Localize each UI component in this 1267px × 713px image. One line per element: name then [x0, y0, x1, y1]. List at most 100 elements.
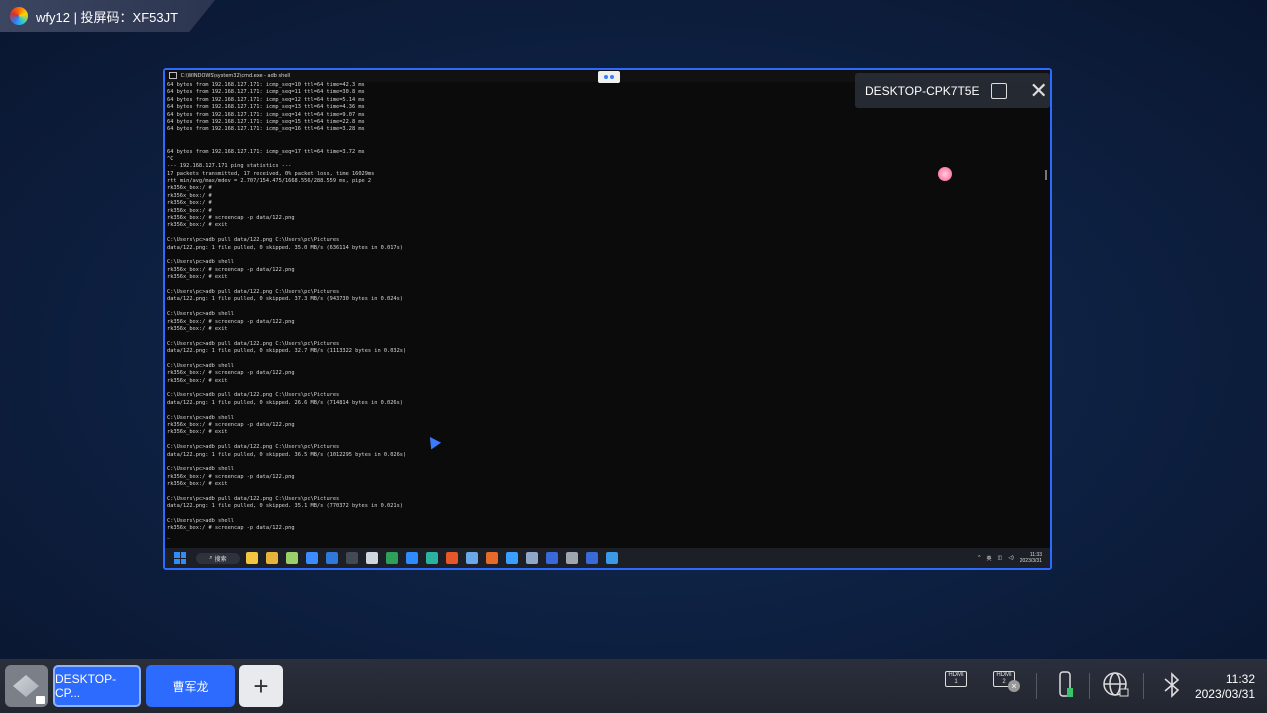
disconnected-badge-icon: ×	[1008, 680, 1020, 692]
close-icon[interactable]: ✕	[1029, 79, 1047, 102]
home-button[interactable]	[5, 665, 48, 707]
terminal-line: C:\Users\pc>adb pull data/122.png C:\Use…	[167, 392, 340, 399]
hdmi1-button[interactable]: HDMI 1	[945, 671, 973, 699]
bluetooth-icon[interactable]	[1158, 671, 1186, 699]
terminal-line: C:\Users\pc>adb shell	[167, 466, 234, 473]
terminal-output[interactable]: 64 bytes from 192.168.127.171: icmp_seq=…	[167, 82, 1038, 548]
clock-date: 2023/03/31	[1194, 687, 1255, 701]
terminal-line: 64 bytes from 192.168.127.171: icmp_seq=…	[167, 118, 365, 125]
terminal-line: 64 bytes from 192.168.127.171: icmp_seq=…	[167, 126, 365, 133]
maximize-button[interactable]	[991, 82, 1008, 99]
terminal-line: ^C	[167, 155, 174, 162]
terminal-line: rk356x_box:/ # screencap -p data/122.png	[167, 421, 295, 428]
powerpoint-icon[interactable]	[486, 552, 498, 564]
taskbar-apps	[246, 552, 618, 564]
usb-dongle-icon[interactable]	[1056, 671, 1084, 699]
terminal-line: C:\Users\pc>adb shell	[167, 414, 234, 421]
divider	[1036, 673, 1037, 699]
terminal-line: rk356x_box:/ #	[167, 192, 212, 199]
source-tab-user-label: 曹军龙	[172, 679, 209, 694]
divider	[1089, 673, 1090, 699]
terminal-line: rk356x_box:/ #	[167, 200, 212, 207]
lock-icon	[36, 696, 45, 704]
taskbar-search-label: 搜索	[214, 556, 227, 563]
snip-icon[interactable]	[606, 552, 618, 564]
terminal-line: rk356x_box:/ # screencap -p data/122.png	[167, 318, 295, 325]
terminal-line: rk356x_box:/ # screencap -p data/122.png	[167, 525, 295, 532]
terminal-line: data/122.png: 1 file pulled, 0 skipped. …	[167, 244, 403, 251]
terminal-line: rk356x_box:/ # screencap -p data/122.png	[167, 215, 295, 222]
search-icon: ⌕	[209, 554, 213, 561]
outlook-icon[interactable]	[326, 552, 338, 564]
terminal-line: C:\Users\pc>adb shell	[167, 311, 234, 318]
signal-icon	[604, 75, 608, 79]
tray-date: 2023/3/31	[1019, 558, 1042, 564]
terminal-icon[interactable]	[346, 552, 358, 564]
notepad-icon[interactable]	[286, 552, 298, 564]
system-tray: ^ 英 ◫ ◁) 11:33 2023/3/31	[978, 548, 1042, 568]
hdmi2-icon: HDMI 2 ×	[993, 671, 1020, 692]
bird-icon[interactable]	[526, 552, 538, 564]
mail-icon[interactable]	[586, 552, 598, 564]
network-icon[interactable]: ◫	[998, 555, 1003, 561]
volume-icon[interactable]: ◁)	[1008, 555, 1014, 561]
terminal-line: rk356x_box:/ #	[167, 207, 212, 214]
word-icon[interactable]	[546, 552, 558, 564]
vscode-icon[interactable]	[406, 552, 418, 564]
terminal-line: C:\Users\pc>adb pull data/122.png C:\Use…	[167, 444, 340, 451]
terminal-line: C:\Users\pc>adb pull data/122.png C:\Use…	[167, 237, 340, 244]
home-logo-icon	[13, 675, 39, 697]
terminal-line: rk356x_box:/ # exit	[167, 429, 228, 436]
terminal-line: C:\Users\pc>adb shell	[167, 518, 234, 525]
touch-indicator	[938, 167, 952, 181]
photos-icon[interactable]	[366, 552, 378, 564]
source-tab-user[interactable]: 曹军龙	[146, 665, 235, 707]
windows-start-icon[interactable]	[174, 552, 186, 564]
terminal-line: 64 bytes from 192.168.127.171: icmp_seq=…	[167, 148, 365, 155]
source-tab-desktop[interactable]: DESKTOP-CP...	[53, 665, 141, 707]
clock-icon[interactable]	[506, 552, 518, 564]
docs-icon[interactable]	[306, 552, 318, 564]
terminal-line: C:\Users\pc>adb pull data/122.png C:\Use…	[167, 288, 340, 295]
edge-icon[interactable]	[426, 552, 438, 564]
remote-icon[interactable]	[466, 552, 478, 564]
source-tab-desktop-label: DESKTOP-CP...	[55, 672, 117, 700]
network-globe-icon[interactable]	[1102, 671, 1130, 699]
terminal-line: data/122.png: 1 file pulled, 0 skipped. …	[167, 399, 403, 406]
terminal-line: rk356x_box:/ # exit	[167, 274, 228, 281]
cast-screen[interactable]: C:\WINDOWS\system32\cmd.exe - adb shell …	[163, 68, 1052, 570]
clock-time: 11:32	[1225, 672, 1255, 686]
settings-icon[interactable]	[566, 552, 578, 564]
terminal-line: data/122.png: 1 file pulled, 0 skipped. …	[167, 296, 403, 303]
tool-icon[interactable]	[446, 552, 458, 564]
terminal-line: 64 bytes from 192.168.127.171: icmp_seq=…	[167, 111, 365, 118]
chevron-up-icon[interactable]: ^	[978, 555, 980, 561]
add-source-button[interactable]: +	[239, 665, 283, 707]
terminal-scrollbar[interactable]	[1045, 170, 1047, 180]
terminal-line: rtt min/avg/max/mdev = 2.707/154.475/166…	[167, 178, 372, 185]
hdmi2-button[interactable]: HDMI 2 ×	[993, 671, 1021, 699]
excel-icon[interactable]	[386, 552, 398, 564]
taskbar-search[interactable]: ⌕ 搜索	[196, 552, 240, 564]
tray-clock[interactable]: 11:33 2023/3/31	[1020, 552, 1042, 564]
bottom-dock: DESKTOP-CP... 曹军龙 + HDMI 1 HDMI 2 × 11:3…	[0, 659, 1267, 713]
terminal-line: C:\Users\pc>adb pull data/122.png C:\Use…	[167, 495, 340, 502]
input-language[interactable]: 英	[986, 555, 991, 562]
system-clock: 11:32 2023/03/31	[1195, 672, 1255, 702]
windows-taskbar: ⌕ 搜索 ^ 英 ◫ ◁) 11:33 2023/3/31	[165, 548, 1050, 568]
chrome-icon[interactable]	[266, 552, 278, 564]
file-explorer-icon[interactable]	[246, 552, 258, 564]
hdmi1-icon: HDMI 1	[945, 671, 967, 687]
